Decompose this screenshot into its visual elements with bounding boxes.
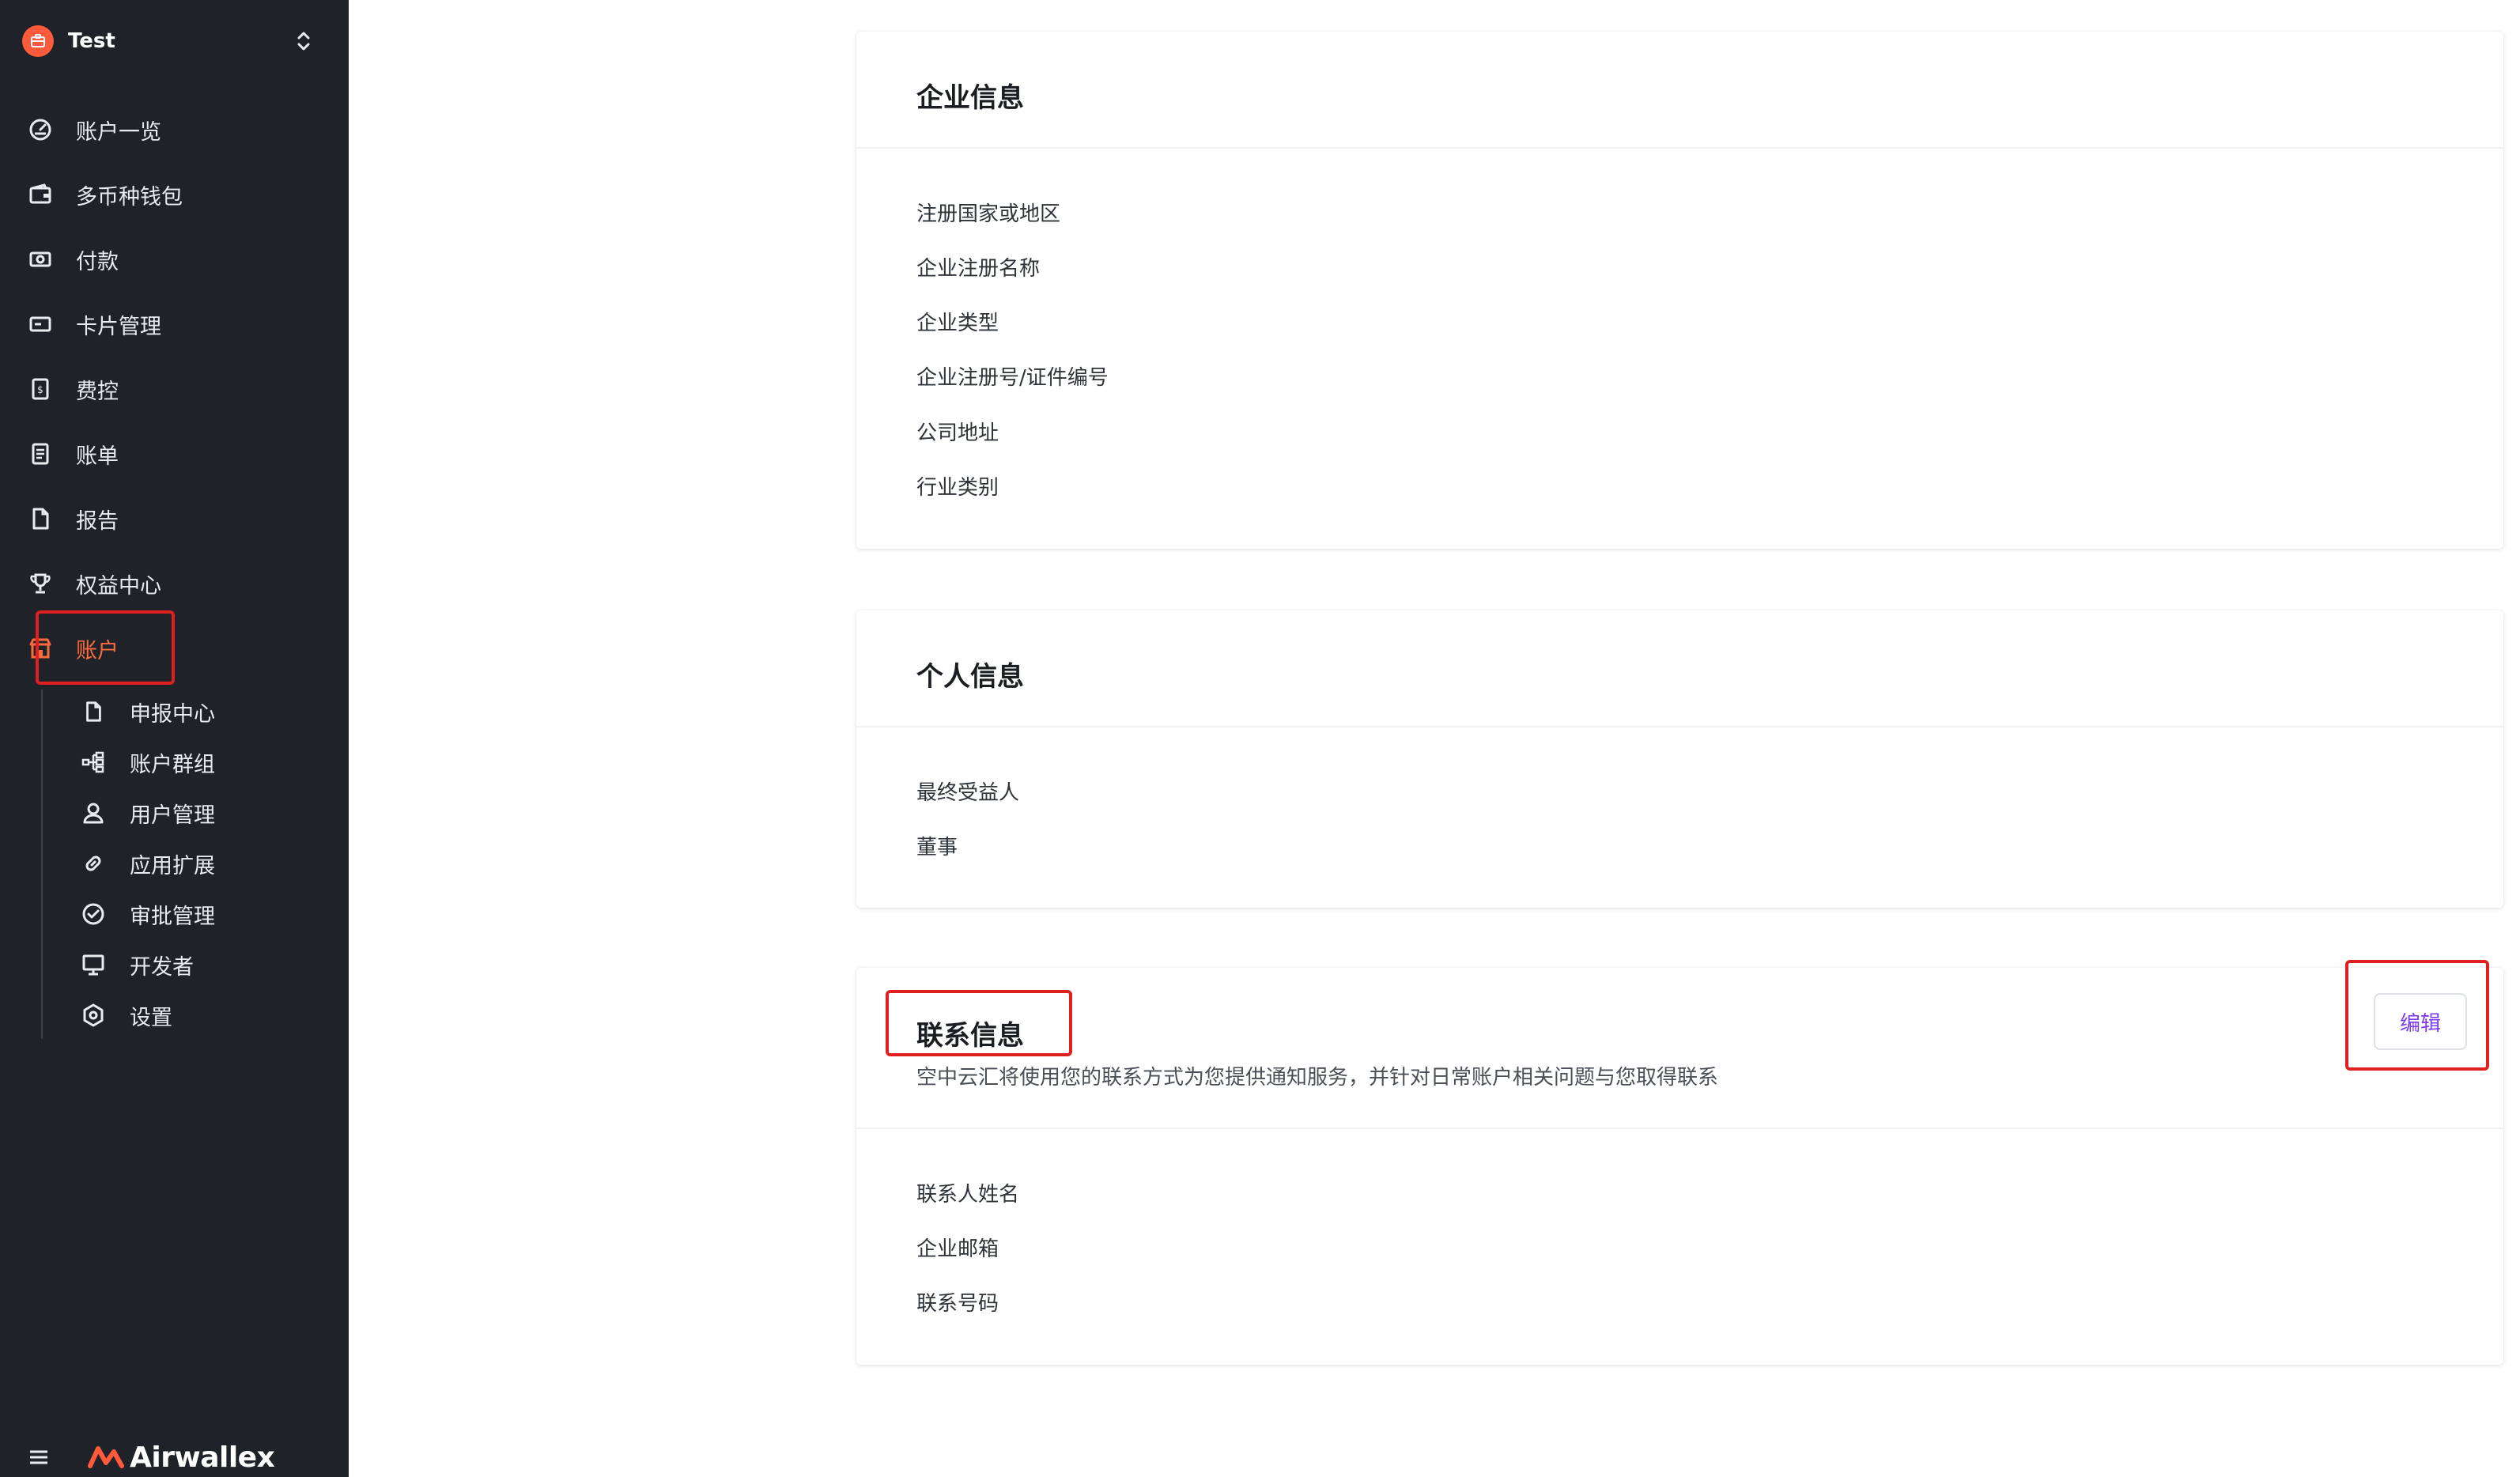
expense-icon: $ — [27, 376, 54, 402]
workspace-name: Test — [68, 29, 115, 53]
subnav-item-developer[interactable]: 开发者 — [79, 944, 332, 985]
field-label: 联系号码 — [916, 1292, 999, 1316]
brand-name: Airwallex — [130, 1441, 275, 1474]
subnav-item-declaration[interactable]: 申报中心 — [79, 691, 332, 732]
company-info-card: 企业信息 注册国家或地区 企业注册名称 企业类型 企业注册号/证件编号 公司地址… — [856, 32, 2503, 549]
chevron-updown-icon — [293, 27, 315, 55]
store-icon — [27, 635, 54, 662]
subnav-item-label: 用户管理 — [130, 803, 215, 828]
document-icon — [79, 697, 108, 726]
sidebar-item-account[interactable]: 账户 — [27, 626, 327, 671]
payment-icon — [27, 246, 54, 273]
contact-info-card: 联系信息 空中云汇将使用您的联系方式为您提供通知服务，并针对日常账户相关问题与您… — [856, 968, 2503, 1365]
subnav-item-label: 设置 — [130, 1005, 172, 1030]
user-icon — [79, 799, 108, 827]
subnav-item-users[interactable]: 用户管理 — [79, 792, 332, 833]
subnav-item-extensions[interactable]: 应用扩展 — [79, 843, 332, 884]
field-label: 企业类型 — [916, 312, 999, 335]
subnav-item-account-group[interactable]: 账户群组 — [79, 742, 332, 783]
sidebar: Test 账户一览 多币种钱包 付款 卡片管理 $ 费控 账单 报告 权益中心 … — [0, 0, 349, 1477]
field-label: 董事 — [916, 836, 958, 859]
report-icon — [27, 505, 54, 532]
sidebar-item-label: 账单 — [76, 444, 119, 469]
field-label: 联系人姓名 — [916, 1183, 1020, 1207]
sidebar-item-label: 费控 — [76, 379, 119, 404]
sidebar-item-cards[interactable]: 卡片管理 — [27, 302, 327, 346]
subnav-item-label: 开发者 — [130, 954, 194, 980]
field-label: 企业注册号/证件编号 — [916, 366, 1109, 390]
airwallex-mark-icon — [87, 1444, 125, 1471]
sidebar-item-rewards[interactable]: 权益中心 — [27, 561, 327, 606]
sidebar-item-overview[interactable]: 账户一览 — [27, 108, 327, 152]
card-divider — [856, 726, 2503, 727]
check-circle-icon — [79, 900, 108, 928]
edit-button[interactable]: 编辑 — [2374, 993, 2467, 1050]
sidebar-item-label: 卡片管理 — [76, 314, 161, 339]
brand-logo: Airwallex — [87, 1441, 275, 1474]
subnav-item-approvals[interactable]: 审批管理 — [79, 893, 332, 935]
wallet-icon — [27, 181, 54, 208]
card-title: 个人信息 — [916, 661, 1024, 693]
sidebar-item-bills[interactable]: 账单 — [27, 432, 327, 476]
subnav-item-label: 应用扩展 — [130, 853, 215, 878]
sidebar-item-reports[interactable]: 报告 — [27, 497, 327, 541]
briefcase-icon — [22, 25, 54, 57]
sidebar-item-expense[interactable]: $ 费控 — [27, 367, 327, 411]
field-label: 公司地址 — [916, 421, 999, 445]
subnav-item-label: 审批管理 — [130, 904, 215, 929]
gear-icon — [79, 1001, 108, 1029]
field-label: 行业类别 — [916, 476, 999, 500]
trophy-icon — [27, 570, 54, 597]
card-description: 空中云汇将使用您的联系方式为您提供通知服务，并针对日常账户相关问题与您取得联系 — [916, 1066, 1719, 1090]
field-label: 最终受益人 — [916, 781, 1020, 805]
card-icon — [27, 311, 54, 338]
sidebar-item-payments[interactable]: 付款 — [27, 237, 327, 281]
hamburger-icon[interactable] — [27, 1448, 51, 1467]
card-title: 企业信息 — [916, 82, 1024, 114]
dashboard-icon — [27, 116, 54, 143]
link-icon — [79, 849, 108, 878]
field-label: 注册国家或地区 — [916, 202, 1061, 226]
card-divider — [856, 147, 2503, 149]
field-label: 企业注册名称 — [916, 257, 1041, 281]
sidebar-footer: Airwallex — [27, 1437, 327, 1477]
sidebar-item-label: 账户 — [76, 638, 119, 663]
subnav-item-label: 申报中心 — [130, 701, 215, 727]
sidebar-item-label: 付款 — [76, 249, 119, 274]
subnav-item-settings[interactable]: 设置 — [79, 995, 332, 1036]
svg-text:$: $ — [37, 384, 43, 395]
personal-info-card: 个人信息 最终受益人 董事 — [856, 610, 2503, 908]
field-label: 企业邮箱 — [916, 1237, 999, 1261]
sidebar-item-label: 报告 — [76, 508, 119, 534]
sidebar-item-label: 多币种钱包 — [76, 184, 183, 210]
hierarchy-icon — [79, 748, 108, 776]
monitor-icon — [79, 950, 108, 979]
card-divider — [856, 1128, 2503, 1129]
sidebar-item-label: 权益中心 — [76, 573, 161, 599]
subnav-item-label: 账户群组 — [130, 752, 215, 777]
subnav-guide-line — [41, 689, 43, 1039]
sidebar-item-label: 账户一览 — [76, 119, 161, 145]
sidebar-item-wallet[interactable]: 多币种钱包 — [27, 172, 327, 217]
workspace-switcher[interactable]: Test — [22, 21, 315, 62]
bill-icon — [27, 440, 54, 467]
card-title: 联系信息 — [916, 1020, 1024, 1052]
